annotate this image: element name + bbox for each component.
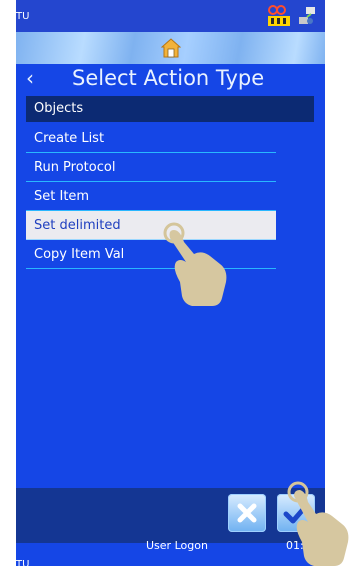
- back-chevron-icon[interactable]: ‹: [26, 67, 34, 89]
- list-item-set-delimited[interactable]: Set delimited: [26, 211, 276, 240]
- status-label: TU: [16, 11, 30, 22]
- status-icons: [267, 5, 317, 27]
- list-item-copy-item-val[interactable]: Copy Item Val: [26, 240, 276, 269]
- network-icon: [299, 7, 315, 24]
- home-bar[interactable]: [16, 32, 325, 64]
- touch-hand-icon: [163, 222, 227, 306]
- page-title: Select Action Type: [72, 66, 265, 90]
- list-item-set-item[interactable]: Set Item: [26, 182, 276, 211]
- list-header: Objects: [26, 96, 314, 122]
- list-item-create-list[interactable]: Create List: [26, 124, 276, 153]
- status-bar: TU: [16, 0, 325, 32]
- cancel-icon: [237, 503, 257, 523]
- touch-hand-icon-ok: [287, 481, 349, 566]
- user-logon-label[interactable]: User Logon: [146, 539, 208, 552]
- title-bar: ‹ Select Action Type: [16, 64, 325, 94]
- list-item-run-protocol[interactable]: Run Protocol: [26, 153, 276, 182]
- home-icon[interactable]: [161, 37, 181, 59]
- battery-group-icon: [268, 5, 290, 26]
- bottom-status-label: TU: [16, 559, 30, 566]
- cancel-button[interactable]: [228, 494, 266, 532]
